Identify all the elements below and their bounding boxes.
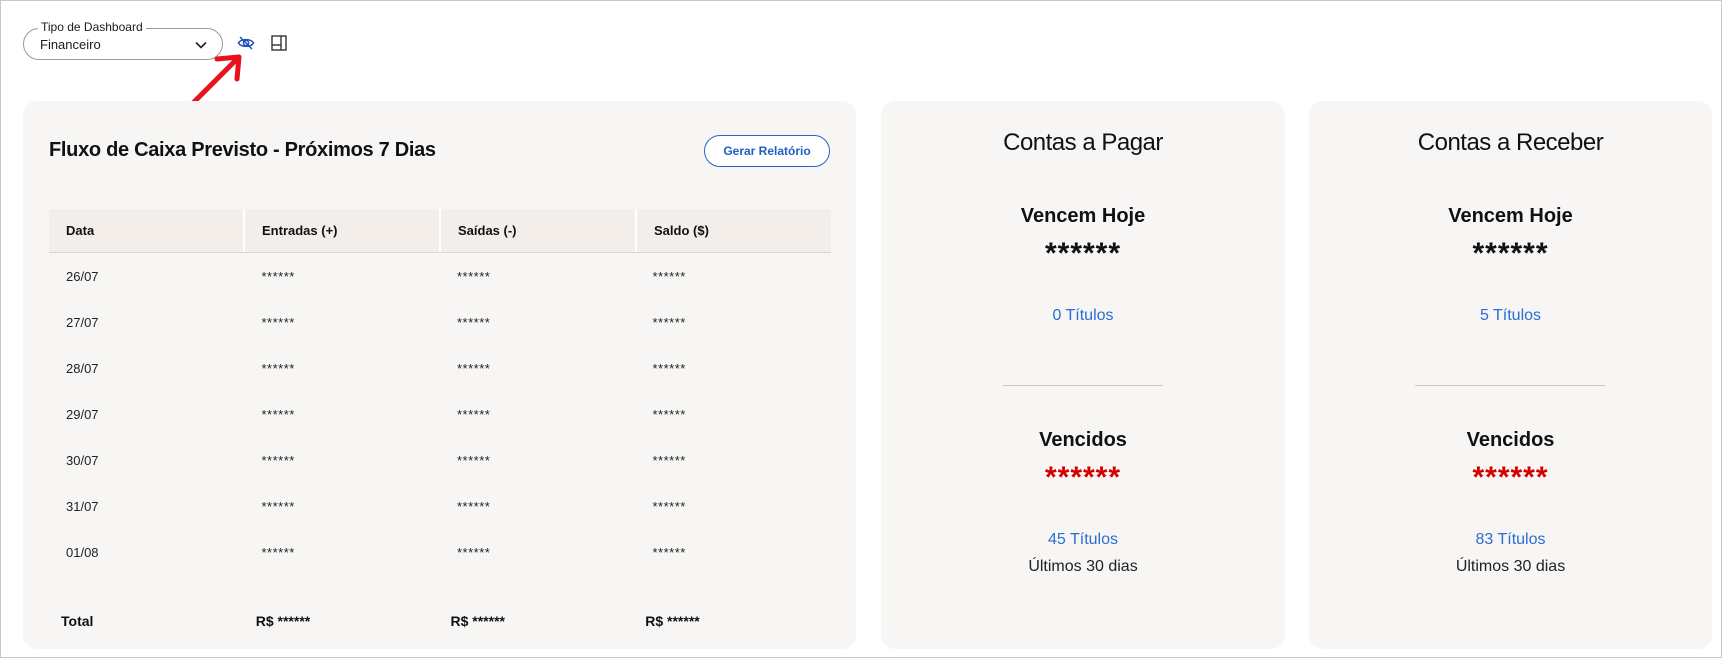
- total-label: Total: [61, 613, 94, 629]
- total-outflows: R$ ******: [450, 613, 505, 629]
- payable-due-today-value: ******: [1044, 237, 1122, 270]
- total-inflows: R$ ******: [255, 613, 311, 629]
- receivable-overdue-label: Vencidos: [1466, 429, 1555, 451]
- table-total-row: Total R$ ****** R$ ****** R$ ******: [49, 613, 831, 629]
- payable-overdue-label: Vencidos: [1039, 429, 1127, 451]
- accounts-receivable-card: Contas a Receber Vencem Hoje ****** 5 Tí…: [1309, 101, 1712, 649]
- total-balance: R$ ******: [645, 613, 700, 629]
- cell-outflows: ******: [457, 452, 491, 468]
- cell-inflows: ******: [261, 268, 295, 284]
- column-header-inflows: Entradas (+): [245, 209, 441, 252]
- column-header-outflows: Saídas (-): [441, 209, 637, 252]
- cell-inflows: ******: [261, 544, 295, 560]
- cell-balance: ******: [652, 314, 686, 330]
- receivable-overdue-value: ******: [1472, 461, 1549, 494]
- cell-inflows: ******: [261, 406, 295, 422]
- cell-date: 01/08: [66, 544, 99, 560]
- accounts-payable-card: Contas a Pagar Vencem Hoje ****** 0 Títu…: [881, 101, 1285, 649]
- table-row: 30/07 ****** ****** ******: [49, 437, 831, 483]
- cash-flow-card: Fluxo de Caixa Previsto - Próximos 7 Dia…: [23, 101, 856, 649]
- cell-inflows: ******: [261, 360, 295, 376]
- receivable-overdue-period: Últimos 30 dias: [1455, 558, 1566, 575]
- table-row: 29/07 ****** ****** ******: [49, 391, 831, 437]
- cell-outflows: ******: [457, 544, 491, 560]
- cell-date: 30/07: [66, 452, 99, 468]
- payable-overdue-link[interactable]: 45 Títulos: [881, 531, 1285, 549]
- column-header-balance: Saldo ($): [654, 223, 709, 238]
- cell-inflows: ******: [261, 452, 295, 468]
- payable-divider: [1003, 385, 1163, 386]
- table-row: 01/08 ****** ****** ******: [49, 529, 831, 575]
- cell-inflows: ******: [261, 498, 295, 514]
- layout-icon: [271, 35, 287, 51]
- payable-overdue-period: Últimos 30 dias: [1028, 558, 1138, 575]
- table-row: 31/07 ****** ****** ******: [49, 483, 831, 529]
- receivable-title: Contas a Receber: [1417, 129, 1604, 156]
- receivable-due-today-value: ******: [1472, 237, 1549, 270]
- receivable-divider: [1415, 385, 1605, 386]
- payable-due-today-label: Vencem Hoje: [1020, 205, 1146, 227]
- dashboard-type-label: Tipo de Dashboard: [38, 20, 146, 34]
- cash-flow-table: Data Entradas (+) Saídas (-) Saldo ($) 2…: [49, 209, 831, 575]
- cell-balance: ******: [652, 406, 686, 422]
- cell-balance: ******: [652, 498, 686, 514]
- dashboard-type-value: Financeiro: [40, 37, 101, 52]
- cell-outflows: ******: [457, 498, 491, 514]
- cell-balance: ******: [652, 268, 686, 284]
- cell-outflows: ******: [457, 268, 491, 284]
- receivable-overdue-link[interactable]: 83 Títulos: [1309, 531, 1712, 549]
- cell-date: 28/07: [66, 360, 99, 376]
- table-row: 27/07 ****** ****** ******: [49, 299, 831, 345]
- cell-date: 26/07: [66, 268, 99, 284]
- table-header: Data Entradas (+) Saídas (-) Saldo ($): [49, 209, 831, 253]
- cell-outflows: ******: [457, 314, 491, 330]
- receivable-due-today-label: Vencem Hoje: [1448, 205, 1573, 227]
- table-row: 26/07 ****** ****** ******: [49, 253, 831, 299]
- payable-title: Contas a Pagar: [1003, 129, 1163, 156]
- payable-due-today-link[interactable]: 0 Títulos: [881, 307, 1285, 325]
- cell-balance: ******: [652, 360, 686, 376]
- layout-button[interactable]: [267, 31, 291, 55]
- cell-date: 29/07: [66, 406, 99, 422]
- cell-inflows: ******: [261, 314, 295, 330]
- cell-date: 31/07: [66, 498, 99, 514]
- column-header-date: Data: [49, 209, 245, 252]
- app-frame: Tipo de Dashboard Financeiro Fluxo de Ca…: [0, 0, 1722, 658]
- receivable-due-today-link[interactable]: 5 Títulos: [1309, 307, 1712, 325]
- table-row: 28/07 ****** ****** ******: [49, 345, 831, 391]
- cell-outflows: ******: [457, 406, 491, 422]
- cash-flow-title: Fluxo de Caixa Previsto - Próximos 7 Dia…: [49, 139, 436, 161]
- payable-overdue-value: ******: [1044, 461, 1122, 494]
- cell-outflows: ******: [457, 360, 491, 376]
- cell-date: 27/07: [66, 314, 99, 330]
- generate-report-button[interactable]: Gerar Relatório: [704, 135, 830, 167]
- cell-balance: ******: [652, 452, 686, 468]
- cell-balance: ******: [652, 544, 686, 560]
